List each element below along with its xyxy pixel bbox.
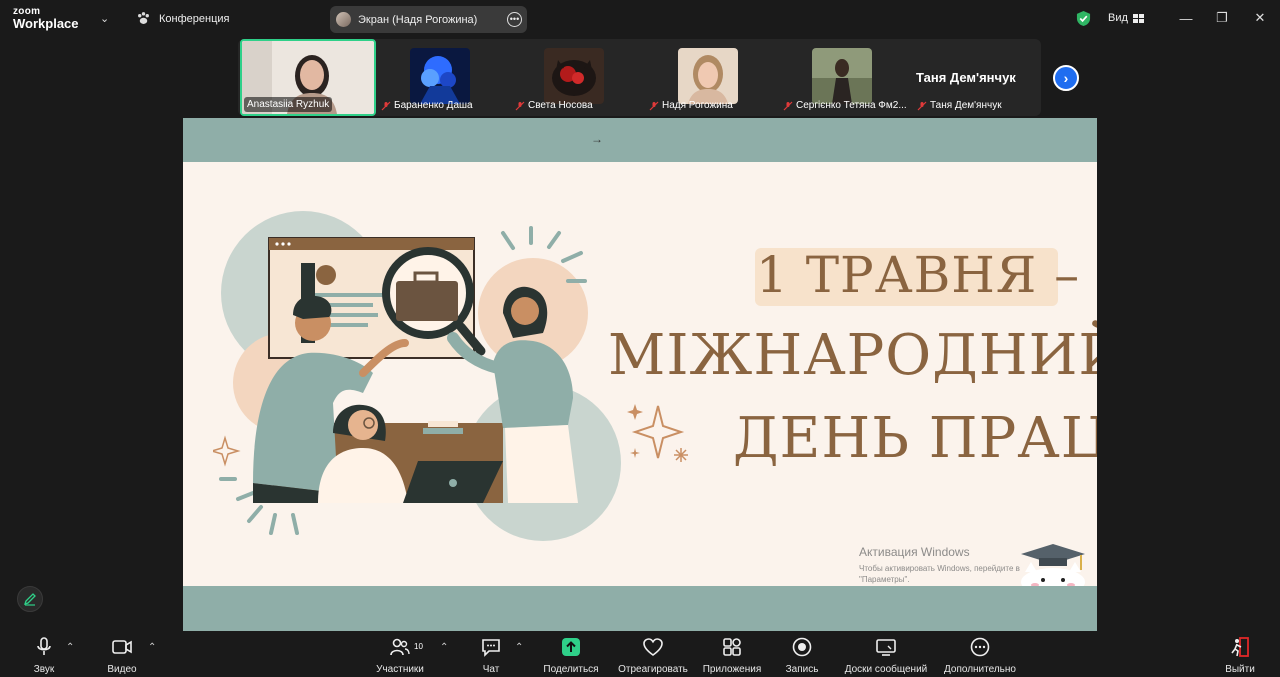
featured-participant-name: Таня Дем'янчук — [916, 70, 1016, 85]
annotate-pencil-button[interactable] — [17, 586, 43, 612]
participant-name: Сергієнко Тетяна Фм2... — [780, 98, 910, 113]
participant-tile[interactable]: Света Носова — [508, 39, 644, 116]
zoom-app: zoom Workplace ⌄ Конференция Экран (Надя… — [0, 0, 1280, 677]
mic-off-icon — [515, 101, 525, 110]
more-label: Дополнительно — [944, 664, 1016, 675]
mic-off-icon — [783, 101, 793, 110]
shared-screen: → 1 ТРАВНЯ – МІЖНАРОДНИЙ ДЕНЬ ПРАЦІ Акти… — [183, 118, 1097, 631]
participant-name: Anastasiia Ryzhuk — [244, 97, 333, 112]
leave-label: Выйти — [1225, 664, 1255, 675]
participants-button[interactable]: Участники — [360, 636, 440, 675]
minimize-icon[interactable]: — — [1176, 8, 1196, 28]
share-screen-button[interactable]: Поделиться — [531, 636, 611, 675]
whiteboards-button[interactable]: Доски сообщений — [844, 636, 928, 675]
react-button[interactable]: Отреагировать — [613, 636, 693, 675]
participants-icon — [390, 638, 410, 656]
video-thumbnail — [812, 48, 872, 104]
participants-label: Участники — [376, 664, 424, 675]
heart-icon — [643, 638, 663, 656]
zoom-logo[interactable]: zoom Workplace — [13, 7, 79, 31]
brand-line2: Workplace — [13, 16, 79, 31]
mic-off-icon — [649, 101, 659, 110]
meeting-info-button[interactable]: Конференция — [136, 11, 229, 26]
slide-title-line3: ДЕНЬ ПРАЦІ — [733, 406, 1097, 471]
slide-bottom-band — [183, 586, 1097, 631]
participant-name: Таня Дем'янчук — [914, 98, 1005, 113]
record-button[interactable]: Запись — [762, 636, 842, 675]
audio-label: Звук — [33, 664, 55, 675]
video-thumbnail — [544, 48, 604, 104]
view-button[interactable]: Вид — [1108, 12, 1144, 24]
more-button[interactable]: Дополнительно — [940, 636, 1020, 675]
slide-title-line1: 1 ТРАВНЯ – — [756, 246, 1081, 304]
slide-top-band — [183, 118, 1097, 162]
view-label: Вид — [1108, 12, 1128, 24]
participant-tile[interactable]: Бараненко Даша — [374, 39, 510, 116]
record-icon — [792, 637, 812, 657]
graduate-cat-sticker — [1021, 544, 1085, 592]
participant-name: Бараненко Даша — [378, 98, 476, 113]
avatar — [336, 12, 351, 27]
more-options-icon[interactable]: ••• — [507, 12, 522, 27]
screen-share-label: Экран (Надя Рогожина) — [358, 13, 478, 26]
chat-icon — [482, 639, 500, 657]
slide-title-line2: МІЖНАРОДНИЙ — [608, 323, 1097, 388]
participants-options-chevron-icon[interactable]: ⌃ — [440, 642, 448, 653]
participant-name: Света Носова — [512, 98, 596, 113]
cursor-arrow-icon: → — [591, 132, 603, 146]
apps-button[interactable]: Приложения — [692, 636, 772, 675]
title-bar: zoom Workplace ⌄ Конференция Экран (Надя… — [0, 0, 1280, 38]
meeting-toolbar: Звук ⌃ Видео ⌃ Участники 10 ⌃ Чат ⌃ Поде… — [0, 632, 1280, 677]
screen-share-indicator[interactable]: Экран (Надя Рогожина) ••• — [330, 6, 527, 33]
participants-count: 10 — [414, 642, 423, 651]
chat-label: Чат — [482, 664, 500, 675]
video-label: Видео — [107, 664, 137, 675]
paw-icon — [138, 12, 149, 24]
meeting-label: Конференция — [159, 12, 230, 25]
participant-name: Надя Рогожина — [646, 98, 736, 113]
restore-icon[interactable]: ❐ — [1212, 8, 1232, 28]
whiteboard-icon — [876, 639, 896, 656]
video-thumbnail — [410, 48, 470, 104]
microphone-icon — [37, 637, 51, 655]
share-screen-icon — [562, 638, 580, 656]
chevron-down-icon[interactable]: ⌄ — [100, 12, 112, 25]
next-page-button[interactable]: › — [1053, 65, 1079, 91]
record-label: Запись — [785, 664, 819, 675]
video-thumbnail — [678, 48, 738, 104]
whiteboards-label: Доски сообщений — [844, 664, 928, 675]
react-label: Отреагировать — [618, 664, 688, 675]
participant-strip: Anastasiia Ryzhuk Бараненко Даша Света Н… — [238, 39, 1041, 116]
share-label: Поделиться — [543, 664, 599, 675]
more-icon — [970, 637, 990, 657]
leave-button[interactable]: Выйти — [1200, 636, 1280, 675]
video-camera-icon — [112, 640, 132, 654]
leave-icon — [1231, 637, 1249, 657]
office-illustration — [213, 211, 621, 541]
windows-activation-watermark: Активация Windows Чтобы активировать Win… — [859, 545, 1020, 584]
sparkle-icon — [627, 404, 688, 462]
chat-options-chevron-icon[interactable]: ⌃ — [515, 642, 523, 653]
mic-off-icon — [917, 101, 927, 110]
pencil-icon — [23, 593, 36, 606]
shield-icon[interactable] — [1076, 10, 1091, 27]
mic-off-icon — [381, 101, 391, 110]
participant-tile[interactable]: Сергієнко Тетяна Фм2... — [776, 39, 912, 116]
grid-view-icon — [1132, 13, 1144, 23]
participant-tile[interactable]: Anastasiia Ryzhuk — [240, 39, 376, 116]
video-options-chevron-icon[interactable]: ⌃ — [148, 642, 156, 653]
participant-tile[interactable]: Надя Рогожина — [642, 39, 778, 116]
close-icon[interactable]: ✕ — [1250, 8, 1270, 28]
audio-options-chevron-icon[interactable]: ⌃ — [66, 642, 74, 653]
apps-label: Приложения — [702, 664, 762, 675]
apps-icon — [723, 638, 741, 656]
